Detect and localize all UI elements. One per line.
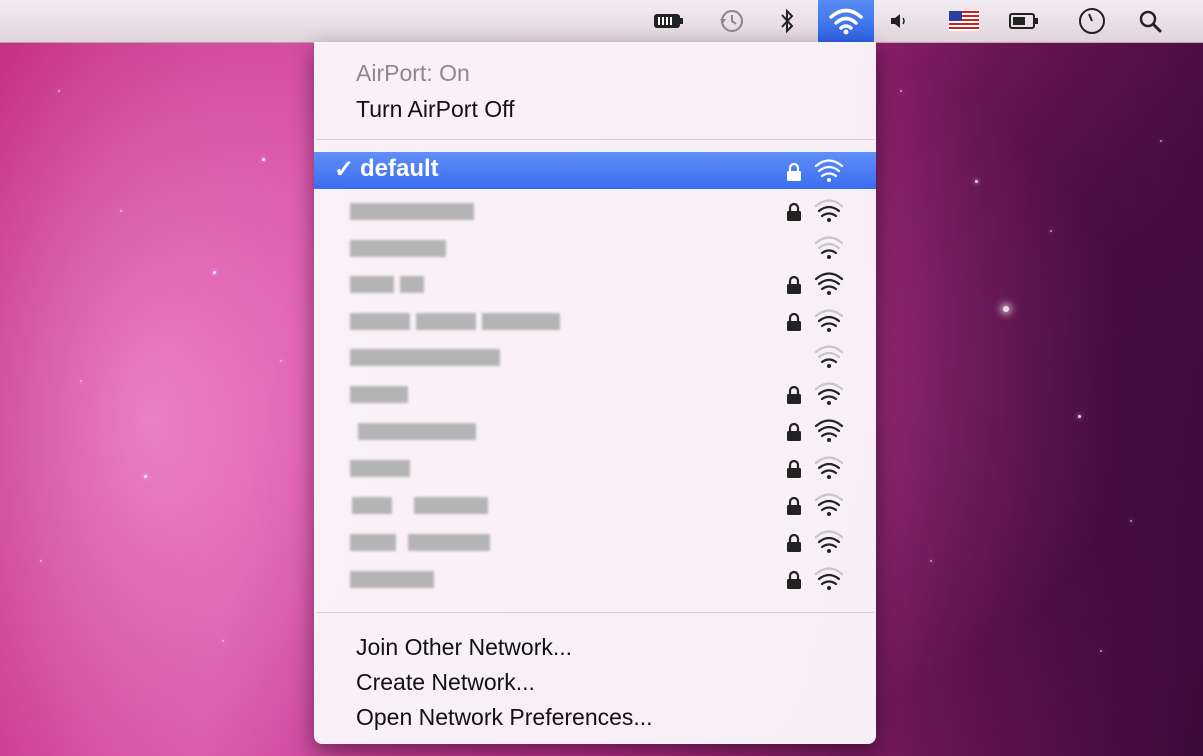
- network-item[interactable]: [314, 486, 876, 523]
- redacted-network-name: [352, 497, 392, 514]
- open-network-preferences-item[interactable]: Open Network Preferences...: [314, 700, 876, 734]
- wifi-signal-icon: [814, 492, 844, 523]
- create-network-label: Create Network...: [356, 669, 535, 695]
- menu-bar: [0, 0, 1203, 43]
- us-flag-input-icon[interactable]: [944, 0, 984, 42]
- wifi-signal-icon: [814, 198, 844, 229]
- star: [930, 560, 932, 562]
- network-item[interactable]: [314, 375, 876, 412]
- lock-icon: [786, 202, 802, 227]
- spotlight-search-icon[interactable]: [1130, 0, 1170, 42]
- redacted-network-name: [350, 460, 410, 477]
- star: [1050, 230, 1052, 232]
- star: [1003, 306, 1009, 312]
- redacted-network-name: [350, 203, 474, 220]
- star: [975, 180, 978, 183]
- network-item[interactable]: [314, 338, 876, 375]
- star: [40, 560, 42, 562]
- turn-airport-off-label: Turn AirPort Off: [356, 96, 515, 122]
- wifi-signal-icon: [814, 418, 844, 449]
- wifi-signal-icon: [814, 235, 844, 266]
- star: [262, 158, 265, 161]
- lock-icon: [786, 312, 802, 337]
- redacted-network-name: [350, 571, 434, 588]
- airport-status: AirPort: On: [314, 56, 876, 90]
- star: [1078, 415, 1081, 418]
- redacted-network-name: [350, 313, 410, 330]
- bluetooth-icon[interactable]: [772, 0, 802, 42]
- lock-icon: [786, 385, 802, 410]
- star: [213, 271, 216, 274]
- star: [900, 90, 902, 92]
- lock-icon: [786, 162, 802, 187]
- redacted-network-name: [416, 313, 476, 330]
- volume-icon[interactable]: [884, 0, 914, 42]
- airport-menu: AirPort: On Turn AirPort Off ✓ default Jo…: [314, 42, 876, 744]
- redacted-network-name: [358, 423, 476, 440]
- star: [1160, 140, 1162, 142]
- network-item[interactable]: [314, 523, 876, 560]
- lock-icon: [786, 496, 802, 521]
- menu-separator: [316, 612, 874, 613]
- wifi-signal-icon: [814, 566, 844, 597]
- network-item[interactable]: [314, 265, 876, 302]
- network-item[interactable]: [314, 560, 876, 597]
- redacted-network-name: [414, 497, 488, 514]
- checkmark-icon: ✓: [334, 156, 355, 183]
- battery-percentage-icon[interactable]: [648, 0, 688, 42]
- wifi-signal-icon: [814, 308, 844, 339]
- wifi-signal-icon: [814, 271, 844, 302]
- battery-icon[interactable]: [1004, 0, 1044, 42]
- redacted-network-name: [482, 313, 560, 330]
- redacted-network-name: [408, 534, 490, 551]
- airport-status-label: AirPort: On: [356, 60, 470, 86]
- lock-icon: [786, 422, 802, 447]
- wifi-signal-icon: [814, 344, 844, 375]
- lock-icon: [786, 533, 802, 558]
- wifi-signal-icon: [814, 529, 844, 560]
- star: [144, 475, 147, 478]
- clock-icon[interactable]: [1072, 0, 1112, 42]
- lock-icon: [786, 459, 802, 484]
- join-other-network-item[interactable]: Join Other Network...: [314, 630, 876, 664]
- network-item[interactable]: [314, 449, 876, 486]
- wifi-signal-icon: [814, 455, 844, 486]
- redacted-network-name: [350, 386, 408, 403]
- create-network-item[interactable]: Create Network...: [314, 665, 876, 699]
- open-network-preferences-label: Open Network Preferences...: [356, 704, 653, 730]
- turn-airport-off-item[interactable]: Turn AirPort Off: [314, 92, 876, 126]
- star: [1100, 650, 1102, 652]
- network-name: default: [360, 155, 439, 182]
- star: [222, 640, 224, 642]
- network-item[interactable]: [314, 302, 876, 339]
- time-machine-icon[interactable]: [712, 0, 752, 42]
- wifi-signal-icon: [814, 158, 844, 189]
- redacted-network-name: [350, 349, 500, 366]
- lock-icon: [786, 570, 802, 595]
- star: [280, 360, 282, 362]
- network-item[interactable]: [314, 192, 876, 229]
- redacted-network-name: [350, 276, 394, 293]
- redacted-network-name: [400, 276, 424, 293]
- wifi-icon[interactable]: [818, 0, 874, 42]
- redacted-network-name: [350, 534, 396, 551]
- network-item-selected[interactable]: ✓ default: [314, 152, 876, 189]
- star: [58, 90, 60, 92]
- star: [80, 380, 82, 382]
- wifi-signal-icon: [814, 381, 844, 412]
- redacted-network-name: [350, 240, 446, 257]
- menu-separator: [316, 139, 874, 140]
- network-item[interactable]: [314, 229, 876, 266]
- lock-icon: [786, 275, 802, 300]
- star: [1130, 520, 1132, 522]
- network-item[interactable]: [314, 412, 876, 449]
- join-other-network-label: Join Other Network...: [356, 634, 573, 660]
- star: [120, 210, 122, 212]
